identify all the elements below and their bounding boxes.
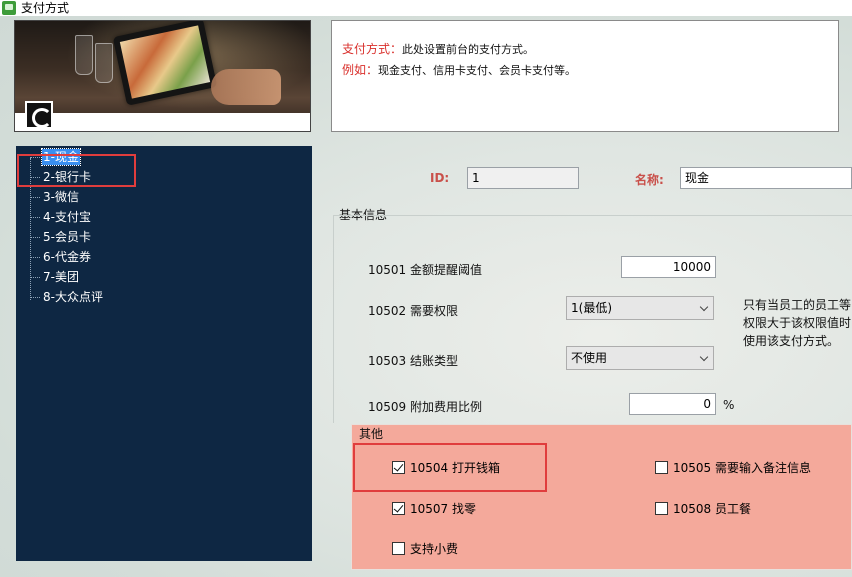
permission-hint: 只有当员工的员工等 权限大于该权限值时 使用该支付方式。 xyxy=(743,296,851,350)
tree-item-wechat[interactable]: 3-微信 xyxy=(30,188,80,206)
amount-threshold-label: 10501 金额提醒阈值 xyxy=(368,263,482,277)
annotation-highlight-tree xyxy=(17,154,136,187)
support-tip-checkbox[interactable]: 支持小费 xyxy=(392,540,458,557)
window-titlebar: 支付方式 xyxy=(0,0,852,16)
staff-meal-checkbox[interactable]: 10508 员工餐 xyxy=(655,500,751,517)
give-change-checkbox[interactable]: 10507 找零 xyxy=(392,500,476,517)
require-remark-checkbox[interactable]: 10505 需要输入备注信息 xyxy=(655,459,811,476)
checkbox-unchecked-icon xyxy=(655,461,668,474)
required-permission-label: 10502 需要权限 xyxy=(368,304,458,318)
amount-threshold-input[interactable]: 10000 xyxy=(621,256,716,278)
surcharge-ratio-label: 10509 附加费用比例 xyxy=(368,400,482,414)
percent-unit: % xyxy=(723,398,735,412)
chevron-down-icon xyxy=(699,302,709,312)
name-field[interactable]: 现金 xyxy=(680,167,852,189)
annotation-highlight-checkbox xyxy=(353,443,547,492)
required-permission-select[interactable]: 1(最低) xyxy=(566,296,714,320)
checkbox-checked-icon xyxy=(392,502,405,515)
info-text-2: 现金支付、信用卡支付、会员卡支付等。 xyxy=(378,64,577,77)
info-line-2: 例如：现金支付、信用卡支付、会员卡支付等。 xyxy=(342,60,838,81)
hint-line: 权限大于该权限值时 xyxy=(743,316,852,330)
info-key-1: 支付方式： xyxy=(342,42,403,56)
surcharge-ratio-input[interactable]: 0 xyxy=(629,393,716,415)
id-label: ID: xyxy=(430,171,450,185)
tree-item-member-card[interactable]: 5-会员卡 xyxy=(30,228,92,246)
checkbox-unchecked-icon xyxy=(655,502,668,515)
require-remark-label: 10505 需要输入备注信息 xyxy=(673,461,811,475)
id-field[interactable]: 1 xyxy=(467,167,579,189)
info-text-1: 此处设置前台的支付方式。 xyxy=(402,43,535,56)
app-icon xyxy=(2,1,16,15)
tree-item-meituan[interactable]: 7-美团 xyxy=(30,268,80,286)
brand-logo xyxy=(25,101,53,129)
other-group-title: 其他 xyxy=(359,427,384,441)
banner-image xyxy=(14,20,311,132)
support-tip-label: 支持小费 xyxy=(410,542,459,556)
payment-method-tree[interactable]: 1-现金 2-银行卡 3-微信 4-支付宝 5-会员卡 6-代金券 7-美团 8… xyxy=(16,146,312,561)
hint-line: 只有当员工的员工等 xyxy=(743,298,852,312)
info-line-1: 支付方式：此处设置前台的支付方式。 xyxy=(342,39,838,60)
checkbox-unchecked-icon xyxy=(392,542,405,555)
checkout-type-select[interactable]: 不使用 xyxy=(566,346,714,370)
name-label: 名称: xyxy=(635,173,664,187)
tree-item-voucher[interactable]: 6-代金券 xyxy=(30,248,92,266)
info-key-2: 例如： xyxy=(342,63,379,77)
hint-line: 使用该支付方式。 xyxy=(743,334,840,348)
chevron-down-icon xyxy=(699,352,709,362)
checkout-type-label: 10503 结账类型 xyxy=(368,354,458,368)
tree-item-alipay[interactable]: 4-支付宝 xyxy=(30,208,92,226)
window-title: 支付方式 xyxy=(21,1,70,15)
required-permission-value: 1(最低) xyxy=(571,301,612,315)
tree-item-dianping[interactable]: 8-大众点评 xyxy=(30,288,104,306)
info-panel: 支付方式：此处设置前台的支付方式。 例如：现金支付、信用卡支付、会员卡支付等。 xyxy=(331,20,839,132)
give-change-label: 10507 找零 xyxy=(410,502,476,516)
staff-meal-label: 10508 员工餐 xyxy=(673,502,751,516)
checkout-type-value: 不使用 xyxy=(571,351,608,365)
